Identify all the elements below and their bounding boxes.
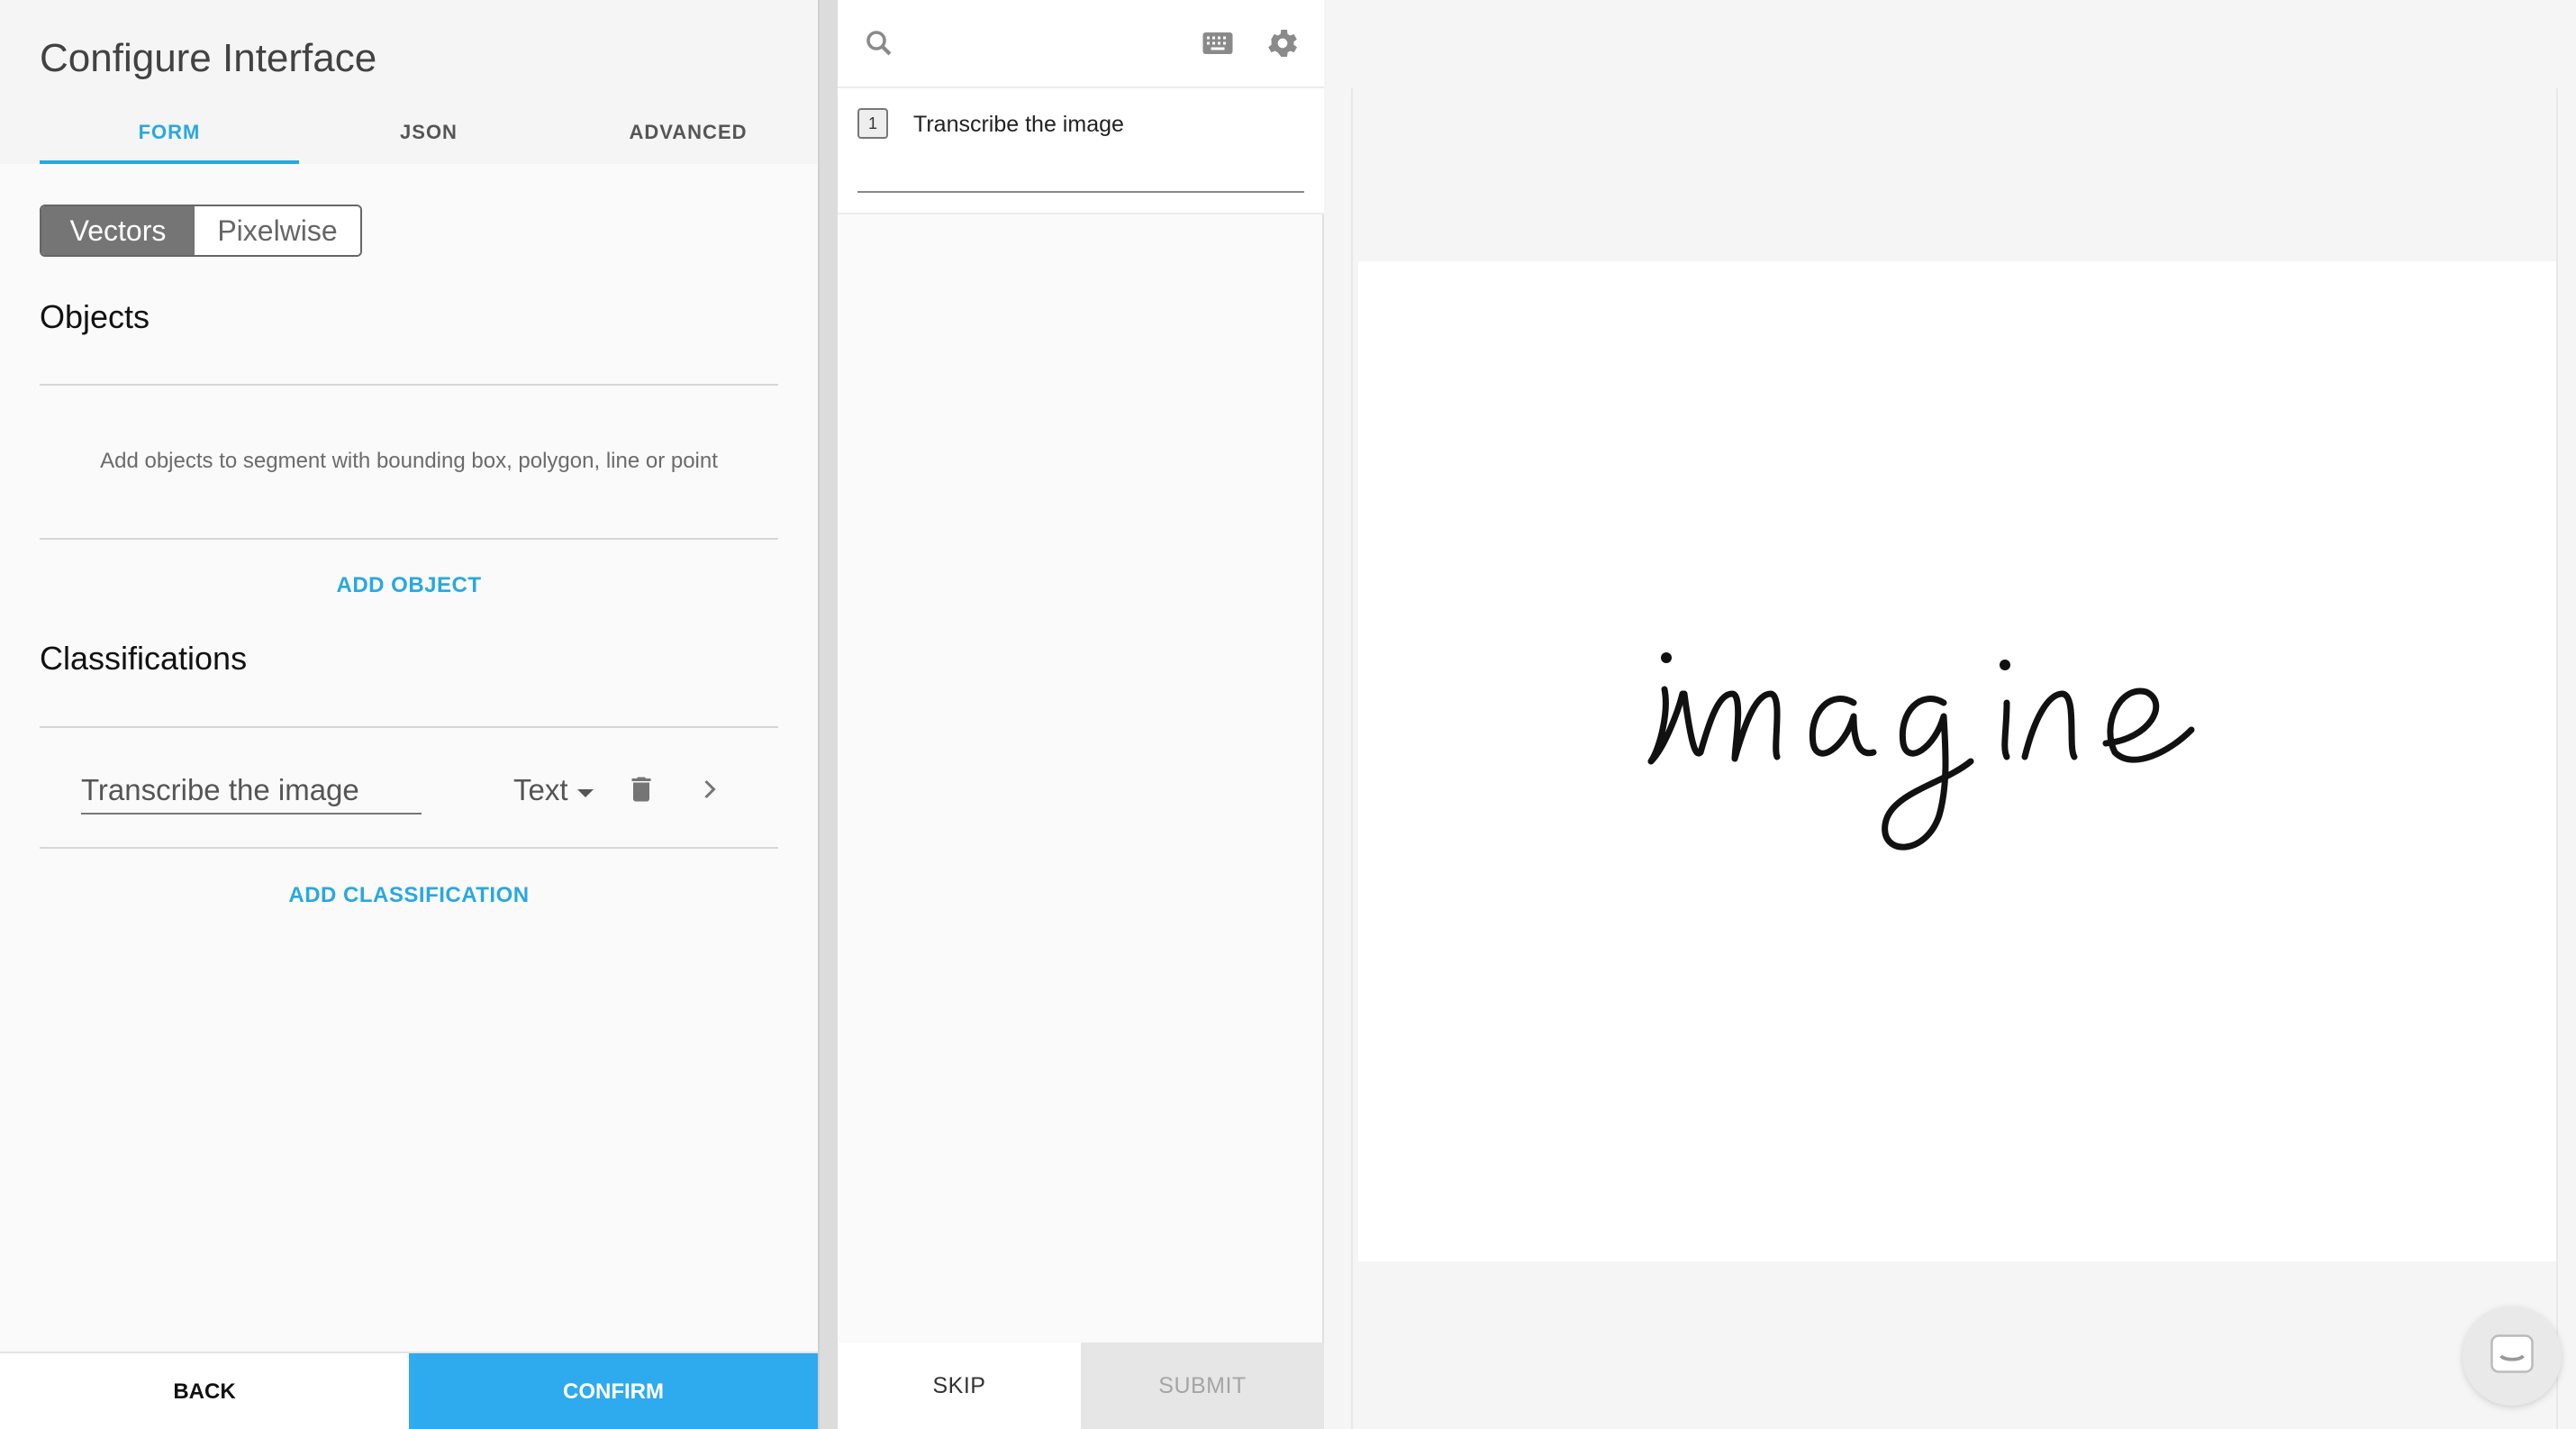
configure-header: Configure Interface FORM JSON ADVANCED xyxy=(0,0,818,164)
keyboard-icon[interactable] xyxy=(1202,29,1234,58)
tab-json-label: JSON xyxy=(400,121,458,143)
configure-panel: Configure Interface FORM JSON ADVANCED V… xyxy=(0,0,818,1429)
tab-advanced-label: ADVANCED xyxy=(629,121,748,143)
gear-icon[interactable] xyxy=(1265,25,1301,61)
handwritten-image: imagine xyxy=(1647,652,2195,851)
tab-form-label: FORM xyxy=(138,121,201,143)
chat-launcher[interactable] xyxy=(2463,1306,2562,1406)
tab-json[interactable]: JSON xyxy=(299,112,558,164)
toggle-vectors[interactable]: Vectors xyxy=(41,206,195,255)
confirm-button[interactable]: CONFIRM xyxy=(409,1353,818,1429)
chevron-right-icon[interactable] xyxy=(694,771,726,807)
mode-toggle: Vectors Pixelwise xyxy=(40,205,362,257)
viewer-border-right xyxy=(2556,88,2558,1429)
search-icon[interactable] xyxy=(863,27,895,59)
transcription-input[interactable] xyxy=(857,153,1304,193)
viewer-border-left xyxy=(1351,88,1353,1429)
image-text: imagine xyxy=(1989,846,1992,848)
app-root: Configure Interface FORM JSON ADVANCED V… xyxy=(0,0,2576,1429)
labeling-footer: SKIP SUBMIT xyxy=(838,1343,1324,1429)
submit-button[interactable]: SUBMIT xyxy=(1081,1343,1324,1429)
chat-bubble-icon xyxy=(2490,1334,2534,1373)
panel-splitter[interactable] xyxy=(818,0,838,1429)
tab-advanced[interactable]: ADVANCED xyxy=(558,112,818,164)
classification-type-label: Text xyxy=(513,773,568,806)
page-title: Configure Interface xyxy=(40,36,377,80)
labeling-panel: 1 Transcribe the image SKIP SUBMIT xyxy=(838,0,1324,1429)
labeling-toolbar xyxy=(838,0,1324,88)
add-object-button[interactable]: ADD OBJECT xyxy=(40,573,778,598)
trash-icon[interactable] xyxy=(625,771,658,807)
objects-heading: Objects xyxy=(40,298,150,335)
objects-divider-top xyxy=(40,384,778,386)
objects-hint: Add objects to segment with bounding box… xyxy=(100,449,718,473)
tab-form[interactable]: FORM xyxy=(40,112,299,164)
image-viewer: imagine xyxy=(1326,0,2576,1429)
skip-button[interactable]: SKIP xyxy=(838,1343,1081,1429)
classification-row: Text xyxy=(40,728,778,847)
image-canvas[interactable]: imagine xyxy=(1358,261,2556,1261)
classifications-heading: Classifications xyxy=(40,640,248,677)
classification-name-input[interactable] xyxy=(81,768,422,815)
classification-task: 1 Transcribe the image xyxy=(838,88,1324,214)
back-button[interactable]: BACK xyxy=(0,1353,409,1429)
toggle-pixelwise[interactable]: Pixelwise xyxy=(195,206,360,255)
classification-type-select[interactable]: Text xyxy=(513,773,594,807)
configure-footer: BACK CONFIRM xyxy=(0,1352,818,1429)
task-number-badge: 1 xyxy=(857,108,888,139)
classifications-divider-bottom xyxy=(40,847,778,849)
objects-divider-bottom xyxy=(40,538,778,540)
add-classification-button[interactable]: ADD CLASSIFICATION xyxy=(40,883,778,908)
caret-down-icon xyxy=(576,788,594,797)
task-label: Transcribe the image xyxy=(913,112,1124,137)
